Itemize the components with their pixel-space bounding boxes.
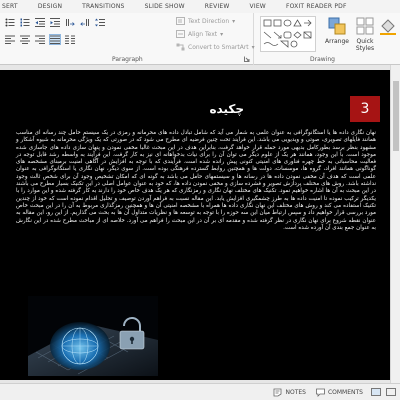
increase-indent-icon [50,18,60,27]
text-direction-button[interactable]: Text Direction ▾ [176,17,235,25]
right-to-left-button[interactable] [79,17,91,28]
tab-slide-show[interactable]: SLIDE SHOW [135,3,195,10]
align-left-button[interactable] [4,34,16,45]
slide-body-text[interactable]: نهان نگاری داده ها یا استگانوگرافی به عن… [16,130,376,232]
columns-button[interactable] [64,34,76,45]
notes-label: NOTES [285,388,306,396]
status-bar: NOTES COMMENTS [0,383,400,400]
notes-button[interactable]: NOTES [273,388,306,397]
convert-smartart-button[interactable]: Convert to SmartArt ▾ [176,43,255,51]
smartart-icon [176,43,185,51]
tab-review[interactable]: REVIEW [195,3,240,10]
notes-icon [274,388,282,396]
ltr-icon [66,19,75,26]
shape-fill-icon [380,19,396,35]
paragraph-group-label: Paragraph [112,56,143,63]
arrange-button[interactable]: Arrange [324,16,350,54]
bullets-button[interactable] [4,17,16,28]
ribbon: Text Direction ▾ Align Text ▾ Convert to… [0,13,400,65]
slide-title[interactable]: چکیده [209,102,244,116]
arrange-icon [328,17,346,35]
align-text-button[interactable]: Align Text ▾ [176,30,223,38]
comments-button[interactable]: COMMENTS [316,388,363,397]
columns-icon [65,35,75,44]
comments-icon [316,388,325,397]
normal-view-icon[interactable] [371,388,381,396]
paragraph-dialog-launcher-icon[interactable] [244,56,250,62]
increase-indent-button[interactable] [49,17,61,28]
alignment-buttons-row [4,34,76,45]
slide[interactable]: 3 چکیده نهان نگاری داده ها یا استگانوگرا… [0,70,390,380]
scrollbar-thumb[interactable] [393,81,399,151]
slide-sorter-view-icon[interactable] [386,388,396,396]
list-buttons-row [4,17,106,28]
ribbon-tab-bar: SERT DESIGN TRANSITIONS SLIDE SHOW REVIE… [0,0,400,13]
shapes-gallery-icons [263,19,312,48]
tab-insert[interactable]: SERT [0,3,28,10]
bullets-icon [5,18,15,27]
tab-transitions[interactable]: TRANSITIONS [72,3,134,10]
tab-design[interactable]: DESIGN [28,3,72,10]
line-spacing-icon [95,18,105,27]
tab-view[interactable]: VIEW [240,3,276,10]
shapes-gallery[interactable] [260,16,316,52]
vertical-scrollbar[interactable] [390,65,400,383]
slide-number-badge: 3 [350,96,380,122]
text-direction-icon [176,17,185,25]
shape-fill-button[interactable] [378,16,398,54]
comments-label: COMMENTS [327,388,363,396]
paragraph-group: Text Direction ▾ Align Text ▾ Convert to… [0,13,255,65]
quick-styles-icon [356,17,374,35]
convert-smartart-label: Convert to SmartArt [188,43,249,51]
tab-foxit-reader-pdf[interactable]: FOXIT READER PDF [276,3,357,10]
left-to-right-button[interactable] [64,17,76,28]
quick-styles-button[interactable]: Quick Styles [352,16,378,54]
numbering-icon [20,18,30,27]
chevron-down-icon: ▾ [232,17,236,25]
decrease-indent-button[interactable] [34,17,46,28]
decrease-indent-icon [35,18,45,27]
align-left-icon [5,35,15,44]
drawing-group: Arrange Quick Styles Drawing [254,13,400,65]
align-center-icon [20,35,30,44]
drawing-group-label: Drawing [310,56,335,63]
globe-security-image[interactable] [28,296,158,376]
slide-editor-canvas[interactable]: 3 چکیده نهان نگاری داده ها یا استگانوگرا… [0,65,400,383]
chevron-down-icon: ▾ [220,30,224,38]
numbering-button[interactable] [19,17,31,28]
align-text-label: Align Text [188,30,218,38]
line-spacing-button[interactable] [94,17,106,28]
align-right-button[interactable] [34,34,46,45]
text-direction-label: Text Direction [188,17,230,25]
justify-button[interactable] [49,34,61,45]
align-center-button[interactable] [19,34,31,45]
align-right-icon [35,35,45,44]
align-text-icon [176,30,185,38]
rtl-icon [80,19,89,26]
justify-icon [50,35,60,44]
arrange-label: Arrange [325,38,349,45]
quick-styles-label: Quick Styles [355,38,375,52]
